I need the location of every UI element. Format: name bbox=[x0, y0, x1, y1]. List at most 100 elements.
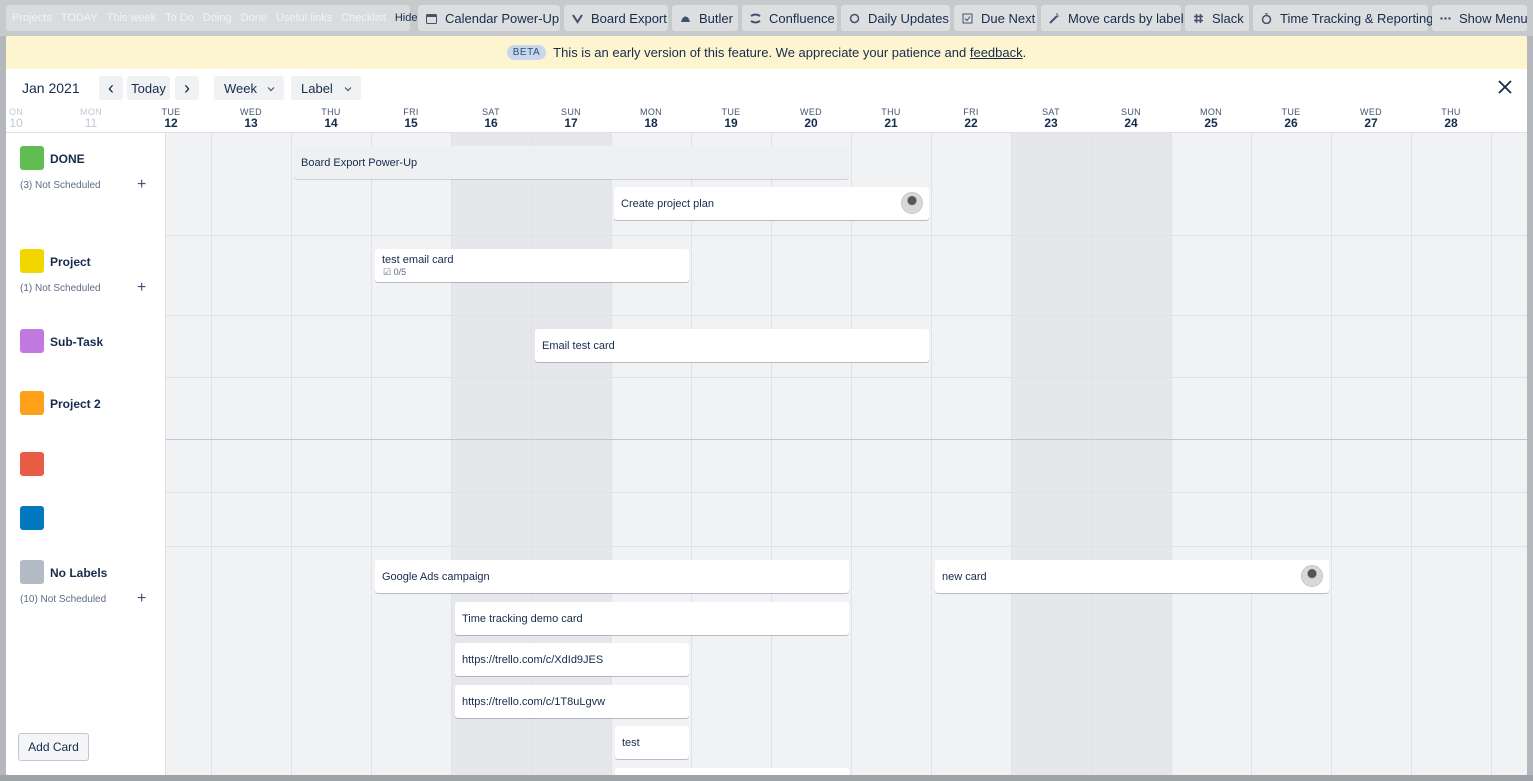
butler-icon bbox=[680, 13, 691, 24]
day-header-27: WED 27 bbox=[1360, 107, 1382, 130]
day-column-14[interactable] bbox=[291, 133, 371, 775]
card-create-project-plan[interactable]: Create project plan bbox=[614, 187, 929, 220]
day-header-21: THU 21 bbox=[881, 107, 901, 130]
filter-to-do[interactable]: To Do bbox=[165, 12, 194, 24]
label-row-project: Project (1) Not Scheduled + bbox=[20, 249, 160, 309]
label-row-sub-task: Sub-Task bbox=[20, 329, 160, 359]
row-divider bbox=[6, 315, 1527, 316]
calendar-toolbar: Jan 2021 ‹ Today › Week Label bbox=[6, 69, 1527, 107]
label-swatch bbox=[20, 560, 44, 584]
filter-checklist[interactable]: Checklist bbox=[341, 12, 386, 24]
day-column-17[interactable] bbox=[531, 133, 611, 775]
move-cards-by-label-button[interactable]: Move cards by label bbox=[1041, 5, 1184, 31]
day-header-26: TUE 26 bbox=[1281, 107, 1301, 130]
card-new-card[interactable]: new card bbox=[935, 560, 1329, 593]
card-link-2[interactable]: https://trello.com/c/1T8uLgvw bbox=[455, 685, 689, 718]
day-header-24: SUN 24 bbox=[1121, 107, 1141, 130]
card-partial[interactable] bbox=[615, 768, 849, 775]
label-swatch bbox=[20, 146, 44, 170]
checklist-badge: ☑ 0/5 bbox=[383, 267, 407, 277]
row-divider bbox=[6, 377, 1527, 378]
filter-projects[interactable]: Projects bbox=[12, 12, 52, 24]
day-column-26[interactable] bbox=[1251, 133, 1331, 775]
label-swatch bbox=[20, 452, 44, 476]
add-card-plus-icon[interactable]: + bbox=[137, 591, 146, 607]
show-menu-button[interactable]: Show Menu bbox=[1432, 5, 1528, 31]
day-header-25: MON 25 bbox=[1200, 107, 1222, 130]
day-column-20[interactable] bbox=[771, 133, 851, 775]
not-scheduled-link[interactable]: (10) Not Scheduled bbox=[20, 594, 106, 605]
label-row-blue bbox=[20, 506, 160, 536]
filter-this-week[interactable]: This week bbox=[107, 12, 157, 24]
export-icon bbox=[572, 13, 583, 24]
label-swatch bbox=[20, 249, 44, 273]
board-header: Projects TODAY This week To Do Doing Don… bbox=[0, 0, 1533, 36]
filter-done[interactable]: Done bbox=[241, 12, 267, 24]
day-column-28[interactable] bbox=[1411, 133, 1491, 775]
day-column-2[interactable] bbox=[1491, 133, 1527, 775]
slack-icon bbox=[1193, 13, 1204, 24]
day-column-19[interactable] bbox=[691, 133, 771, 775]
add-card-button[interactable]: Add Card bbox=[18, 733, 89, 761]
feedback-link[interactable]: feedback bbox=[970, 45, 1023, 60]
filter-useful-links[interactable]: Useful links bbox=[276, 12, 332, 24]
day-header-22: FRI 22 bbox=[963, 107, 979, 130]
day-column-18[interactable] bbox=[611, 133, 691, 775]
beta-banner: BETA This is an early version of this fe… bbox=[6, 36, 1527, 69]
day-header-15: FRI 15 bbox=[403, 107, 419, 130]
day-header: ON 10 MON 11 TUE 12 WED 13 THU 14 FRI 15 SAT 16 SUN 1… bbox=[6, 107, 1527, 133]
card-test[interactable]: test bbox=[615, 726, 689, 759]
label-name: Project bbox=[50, 255, 91, 269]
add-card-plus-icon[interactable]: + bbox=[137, 177, 146, 193]
card-board-export[interactable]: Board Export Power-Up bbox=[294, 146, 849, 179]
beta-badge: BETA bbox=[506, 45, 547, 60]
previous-week-button[interactable]: ‹ bbox=[99, 76, 123, 100]
add-card-plus-icon[interactable]: + bbox=[137, 280, 146, 296]
not-scheduled-link[interactable]: (3) Not Scheduled bbox=[20, 180, 101, 191]
day-column-21[interactable] bbox=[851, 133, 931, 775]
confluence-button[interactable]: Confluence bbox=[742, 5, 837, 31]
view-select[interactable]: Week bbox=[214, 76, 284, 100]
daily-updates-button[interactable]: Daily Updates bbox=[841, 5, 950, 31]
chevron-left-icon: ‹ bbox=[108, 78, 114, 98]
card-link-1[interactable]: https://trello.com/c/XdId9JES bbox=[455, 643, 689, 676]
day-column-25[interactable] bbox=[1171, 133, 1251, 775]
label-name: Sub-Task bbox=[50, 335, 104, 349]
next-week-button[interactable]: › bbox=[175, 76, 199, 100]
current-month: Jan 2021 bbox=[22, 80, 80, 96]
member-avatar bbox=[1301, 565, 1323, 587]
stopwatch-icon bbox=[1261, 12, 1272, 24]
board-background bbox=[0, 775, 1533, 781]
group-by-select[interactable]: Label bbox=[291, 76, 361, 100]
filter-today[interactable]: TODAY bbox=[61, 12, 98, 24]
day-column-24[interactable] bbox=[1091, 133, 1171, 775]
not-scheduled-link[interactable]: (1) Not Scheduled bbox=[20, 283, 101, 294]
day-header-13: WED 13 bbox=[240, 107, 262, 130]
due-next-button[interactable]: Due Next bbox=[954, 5, 1037, 31]
confluence-icon bbox=[750, 13, 761, 24]
day-column-16[interactable] bbox=[451, 133, 531, 775]
day-column-27[interactable] bbox=[1331, 133, 1411, 775]
card-email-test[interactable]: Email test card bbox=[535, 329, 929, 362]
board-export-button[interactable]: Board Export bbox=[564, 5, 668, 31]
day-column-23[interactable] bbox=[1011, 133, 1091, 775]
day-header-14: THU 14 bbox=[321, 107, 341, 130]
label-swatch bbox=[20, 506, 44, 530]
time-tracking-button[interactable]: Time Tracking & Reporting bbox=[1253, 5, 1433, 31]
filter-doing[interactable]: Doing bbox=[203, 12, 232, 24]
day-header-18: MON 18 bbox=[640, 107, 662, 130]
card-google-ads[interactable]: Google Ads campaign bbox=[375, 560, 849, 593]
label-swatch bbox=[20, 329, 44, 353]
calendar-power-up-button[interactable]: Calendar Power-Up bbox=[418, 5, 560, 31]
butler-button[interactable]: Butler bbox=[672, 5, 738, 31]
day-column-22[interactable] bbox=[931, 133, 1011, 775]
label-name: Project 2 bbox=[50, 397, 101, 411]
day-column-15[interactable] bbox=[371, 133, 451, 775]
close-button[interactable] bbox=[1495, 77, 1515, 97]
day-column-13[interactable] bbox=[211, 133, 291, 775]
today-button[interactable]: Today bbox=[127, 76, 170, 100]
card-time-tracking[interactable]: Time tracking demo card bbox=[455, 602, 849, 635]
card-test-email[interactable]: test email card ☑ 0/5 bbox=[375, 249, 689, 282]
slack-button[interactable]: Slack bbox=[1185, 5, 1249, 31]
day-header-16: SAT 16 bbox=[482, 107, 500, 130]
